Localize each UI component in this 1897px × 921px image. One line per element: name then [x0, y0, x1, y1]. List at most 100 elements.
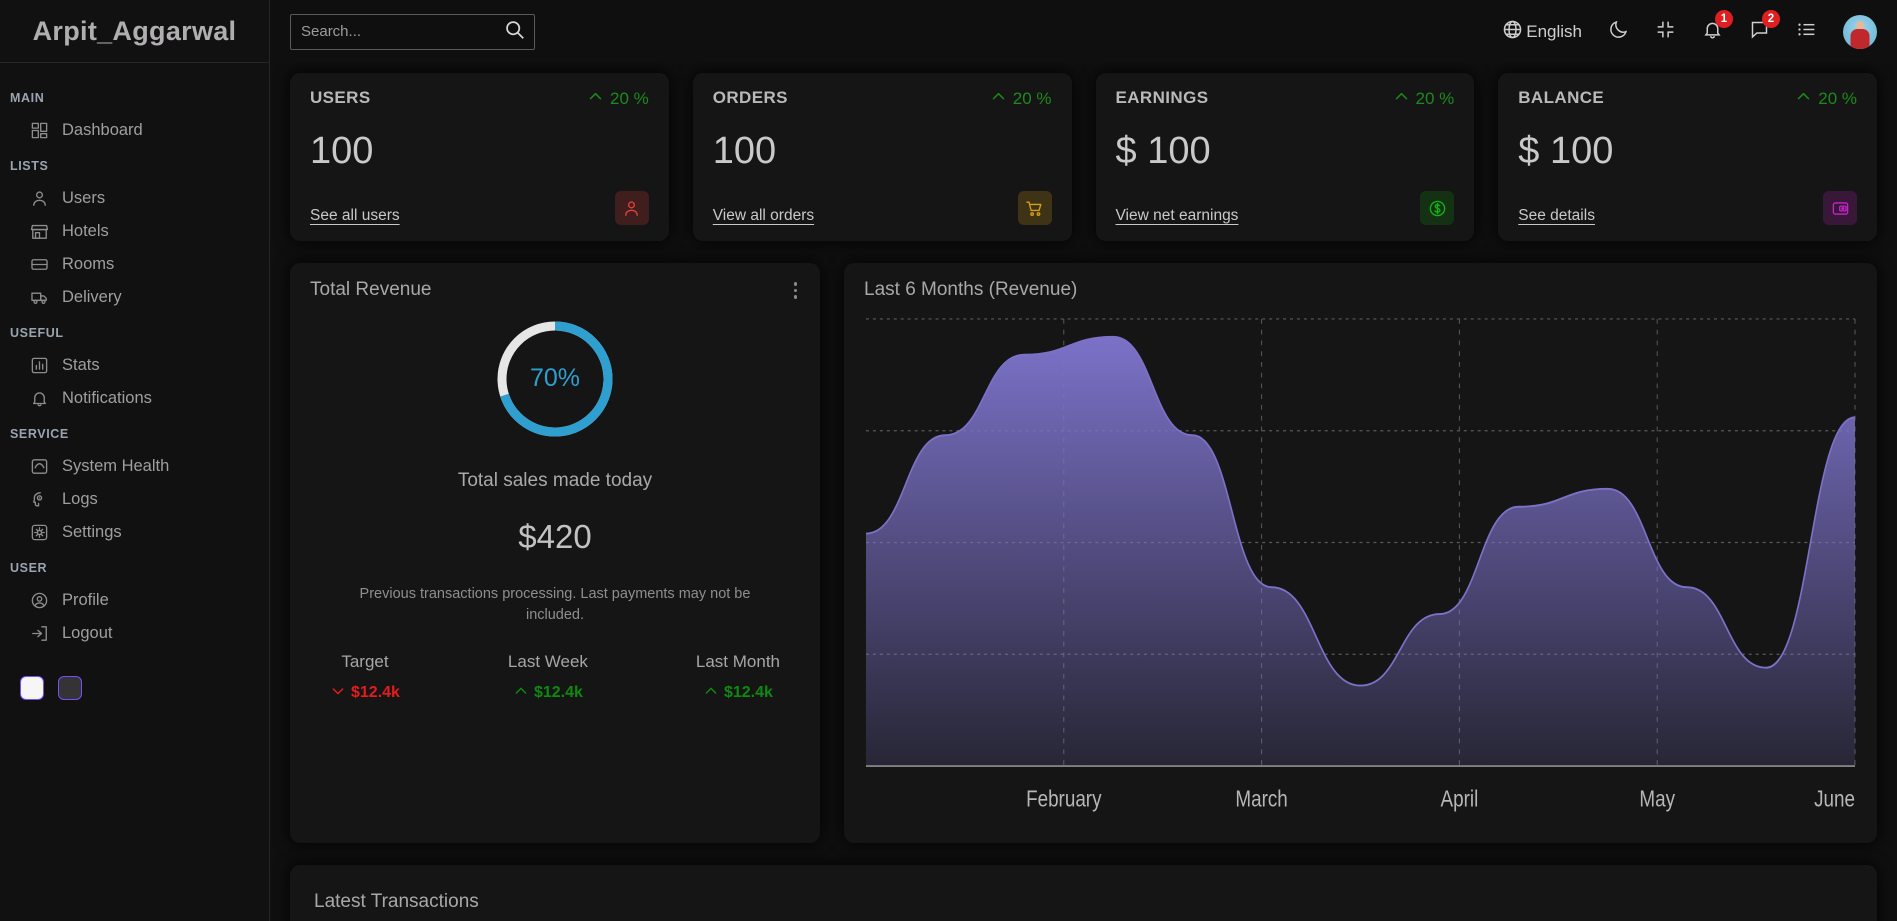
chevron-up-icon [513, 683, 529, 704]
featured-title: Total Revenue [310, 279, 432, 301]
bell-icon [28, 387, 50, 409]
sidebar-item-delivery[interactable]: Delivery [8, 281, 261, 313]
dashboard-app: Arpit_Aggarwal MAIN Dashboard LISTS Users Ho… [0, 0, 1897, 921]
stat-card-counter: $ 100 [1115, 129, 1211, 172]
stat-card-header: EARNINGS 20 % [1116, 88, 1455, 110]
summary-value-wrap: $12.4k [703, 683, 773, 704]
sidebar-item-settings[interactable]: Settings [8, 516, 261, 548]
stat-card-trend: 20 % [990, 88, 1052, 110]
stat-card-link[interactable]: View all orders [713, 207, 814, 225]
stat-card-link[interactable]: See details [1518, 207, 1595, 225]
sidebar-item-label: Hotels [62, 221, 109, 240]
sidebar-item-notifications[interactable]: Notifications [8, 382, 261, 414]
summary-value-wrap: $12.4k [513, 683, 583, 704]
stat-card-trend: 20 % [1393, 88, 1454, 110]
summary-value: $12.4k [351, 684, 400, 702]
search-box[interactable] [290, 13, 535, 50]
truck-icon [28, 286, 50, 308]
sidebar-group-title: USER [10, 561, 48, 575]
svg-text:March: March [1235, 787, 1287, 812]
exit-icon [28, 622, 50, 644]
sidebar-item-label: Logout [62, 623, 113, 642]
stat-card-percent: 20 % [1012, 89, 1052, 108]
summary-item: Last Week $12.4k [508, 652, 588, 704]
theme-swatches [0, 650, 269, 700]
sidebar-item-label: Delivery [62, 287, 122, 306]
chevron-up-icon [1795, 88, 1812, 110]
notifications-badge: 1 [1715, 9, 1733, 28]
stat-card-title: USERS [310, 88, 371, 107]
person-icon [614, 191, 649, 225]
store-icon [28, 220, 50, 242]
sidebar-item-users[interactable]: Users [8, 182, 261, 214]
sidebar-item-logout[interactable]: Logout [8, 617, 261, 649]
summary-value: $12.4k [723, 684, 773, 702]
sidebar-item-system-health[interactable]: System Health [8, 450, 261, 482]
sidebar-item-hotels[interactable]: Hotels [8, 215, 261, 247]
sidebar-item-label: Settings [62, 522, 122, 541]
sidebar-item-stats[interactable]: Stats [8, 349, 261, 381]
person-icon [28, 187, 50, 209]
sidebar: Arpit_Aggarwal MAIN Dashboard LISTS Users Ho… [0, 0, 270, 921]
psychology-icon [28, 488, 50, 510]
sidebar-item-label: Logs [62, 489, 98, 508]
sidebar-item-rooms[interactable]: Rooms [8, 248, 261, 280]
settings-icon [28, 521, 50, 543]
language-selector[interactable]: English [1502, 19, 1582, 45]
chevron-up-icon [1393, 88, 1410, 110]
stat-card-header: ORDERS 20 % [713, 88, 1052, 110]
search-input[interactable] [301, 23, 481, 40]
stat-card-counter: 100 [712, 129, 777, 172]
dashboard-icon [28, 119, 50, 141]
sidebar-item-profile[interactable]: Profile [8, 584, 261, 616]
stat-card-footer: View all orders [713, 191, 1052, 225]
stat-card-header: USERS 20 % [310, 88, 649, 110]
svg-text:June: June [1814, 787, 1855, 812]
summary-item: Target $12.4k [330, 652, 400, 704]
gauge-percent-label: 70% [529, 364, 581, 392]
sidebar-item-label: Rooms [62, 254, 115, 273]
brand-logo[interactable]: Arpit_Aggarwal [33, 16, 237, 47]
stat-card-earnings: EARNINGS 20 % $ 100 View net earnings [1095, 73, 1475, 241]
summary-value: $12.4k [533, 684, 583, 702]
stat-card-header: BALANCE 20 % [1518, 88, 1857, 110]
chart-title: Last 6 Months (Revenue) [864, 279, 1078, 300]
globe-icon [1502, 19, 1523, 45]
dark-mode-toggle[interactable] [1608, 19, 1629, 45]
svg-text:May: May [1639, 787, 1675, 812]
featured-amount: $420 [518, 517, 592, 555]
sidebar-item-label: System Health [62, 456, 170, 475]
sidebar-item-dashboard[interactable]: Dashboard [8, 114, 261, 146]
light-theme-swatch[interactable] [20, 676, 44, 700]
user-avatar[interactable] [1843, 14, 1877, 49]
revenue-gauge: 70% [494, 318, 616, 440]
more-vertical-icon[interactable] [791, 279, 801, 302]
wallet-icon [1823, 191, 1857, 225]
search-icon[interactable] [504, 19, 525, 45]
stat-card-link[interactable]: View net earnings [1116, 207, 1239, 225]
fullscreen-exit-button[interactable] [1655, 19, 1676, 45]
stat-card-link[interactable]: See all users [310, 207, 400, 225]
total-revenue-card: Total Revenue 70% Total sales made today [290, 263, 820, 843]
chevron-up-icon [703, 683, 719, 704]
featured-body: 70% Total sales made today $420 Previous… [310, 302, 800, 704]
sidebar-item-label: Stats [62, 355, 100, 374]
charts-row: Total Revenue 70% Total sales made today [290, 241, 1877, 843]
notifications-button[interactable]: 1 [1702, 9, 1733, 45]
svg-text:February: February [1026, 787, 1102, 812]
summary-label: Last Week [507, 651, 588, 671]
stat-card-footer: View net earnings [1116, 191, 1455, 225]
list-icon [1796, 19, 1817, 45]
messages-button[interactable]: 2 [1749, 9, 1780, 45]
featured-header: Total Revenue [310, 279, 800, 302]
brand-container: Arpit_Aggarwal [0, 0, 269, 63]
list-button[interactable] [1796, 19, 1817, 45]
summary-label: Last Month [695, 651, 780, 671]
sidebar-item-logs[interactable]: Logs [8, 483, 261, 515]
stat-card-counter: $ 100 [1518, 129, 1614, 172]
stat-card-row: USERS 20 % 100 See all users ORDERS 20 %… [290, 63, 1877, 241]
stat-card-trend: 20 % [587, 88, 649, 110]
featured-description: Previous transactions processing. Last p… [359, 585, 751, 623]
dark-theme-swatch[interactable] [58, 676, 82, 700]
account-circle-icon [28, 589, 50, 611]
